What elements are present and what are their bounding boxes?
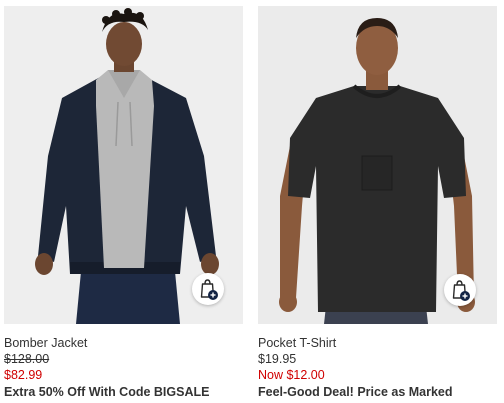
product-card-bomber-jacket[interactable]: Bomber Jacket $128.00 $82.99 Extra 50% O… — [4, 6, 243, 401]
product-name[interactable]: Pocket T-Shirt — [258, 335, 497, 351]
product-info-bomber-jacket: Bomber Jacket $128.00 $82.99 Extra 50% O… — [4, 324, 243, 401]
sale-price: $82.99 — [4, 368, 43, 382]
original-price: $128.00 — [4, 352, 50, 366]
shopping-bag-plus-icon — [200, 279, 218, 300]
promo-message: Extra 50% Off With Code BIGSALE — [4, 385, 210, 399]
sale-price: Now $12.00 — [258, 368, 325, 382]
quick-add-button-bomber-jacket[interactable] — [192, 273, 224, 305]
product-card-pocket-tshirt[interactable]: Pocket T-Shirt $19.95 Now $12.00 Feel-Go… — [258, 6, 497, 401]
quick-add-button-pocket-tshirt[interactable] — [444, 274, 476, 306]
promo-message: Feel-Good Deal! Price as Marked — [258, 385, 453, 399]
product-grid: Bomber Jacket $128.00 $82.99 Extra 50% O… — [0, 0, 504, 403]
original-price: $19.95 — [258, 352, 297, 366]
shopping-bag-plus-icon — [452, 280, 470, 301]
product-name[interactable]: Bomber Jacket — [4, 335, 243, 351]
product-info-pocket-tshirt: Pocket T-Shirt $19.95 Now $12.00 Feel-Go… — [258, 324, 497, 401]
product-image-bomber-jacket[interactable] — [4, 6, 243, 324]
product-image-pocket-tshirt[interactable] — [258, 6, 497, 324]
